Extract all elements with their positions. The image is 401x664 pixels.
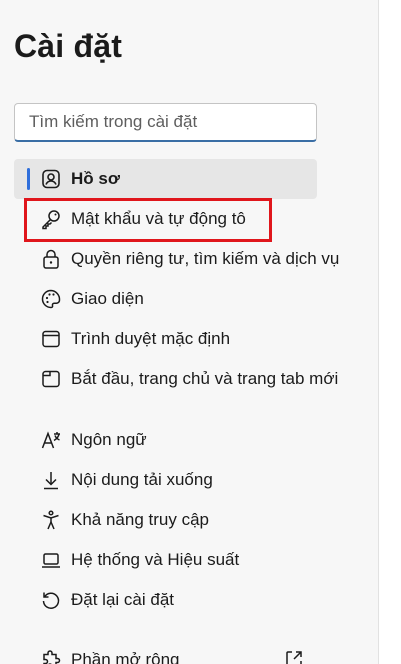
sidebar-item-appearance[interactable]: Giao diện xyxy=(14,279,317,319)
sidebar-item-downloads[interactable]: Nội dung tải xuống xyxy=(14,460,317,500)
sidebar-item-reset-settings[interactable]: Đặt lại cài đặt xyxy=(14,580,317,620)
sidebar-item-label: Nội dung tải xuống xyxy=(71,470,213,489)
download-icon xyxy=(40,469,62,491)
accessibility-icon xyxy=(40,509,62,531)
page-title: Cài đặt xyxy=(14,28,123,64)
language-icon xyxy=(40,429,62,451)
sidebar-item-label: Hồ sơ xyxy=(71,169,120,188)
external-link-icon[interactable] xyxy=(284,649,304,664)
new-tab-icon xyxy=(40,368,62,390)
settings-sidebar: Cài đặt Hồ sơ Mật khẩu và tự động tô xyxy=(0,0,379,664)
sidebar-item-label: Ngôn ngữ xyxy=(71,430,147,449)
sidebar-item-extensions[interactable]: Phần mở rộng xyxy=(14,640,317,664)
palette-icon xyxy=(40,288,62,310)
sidebar-item-label: Quyền riêng tư, tìm kiếm và dịch vụ xyxy=(71,249,340,268)
puzzle-icon xyxy=(40,649,62,664)
sidebar-item-label: Hệ thống và Hiệu suất xyxy=(71,550,240,569)
sidebar-item-privacy[interactable]: Quyền riêng tư, tìm kiếm và dịch vụ xyxy=(14,239,339,279)
sidebar-item-system-performance[interactable]: Hệ thống và Hiệu suất xyxy=(14,540,317,580)
sidebar-item-languages[interactable]: Ngôn ngữ xyxy=(14,420,317,460)
browser-window-icon xyxy=(40,328,62,350)
sidebar-item-default-browser[interactable]: Trình duyệt mặc định xyxy=(14,319,317,359)
lock-icon xyxy=(40,248,62,270)
settings-search-input[interactable] xyxy=(14,103,317,142)
sidebar-item-label: Đặt lại cài đặt xyxy=(71,590,174,609)
sidebar-item-label: Giao diện xyxy=(71,289,144,308)
sidebar-item-profile[interactable]: Hồ sơ xyxy=(14,159,317,199)
active-indicator xyxy=(27,168,30,190)
sidebar-item-start-home-newtab[interactable]: Bắt đầu, trang chủ và trang tab mới xyxy=(14,359,338,399)
profile-icon xyxy=(40,168,62,190)
sidebar-item-accessibility[interactable]: Khả năng truy cập xyxy=(14,500,317,540)
sidebar-item-label: Trình duyệt mặc định xyxy=(71,329,231,348)
sidebar-item-label: Bắt đầu, trang chủ và trang tab mới xyxy=(71,369,339,388)
highlight-annotation xyxy=(24,198,272,242)
sidebar-item-label: Khả năng truy cập xyxy=(71,510,209,529)
reset-icon xyxy=(40,589,62,611)
laptop-icon xyxy=(40,549,62,571)
sidebar-item-label: Phần mở rộng xyxy=(71,650,180,664)
